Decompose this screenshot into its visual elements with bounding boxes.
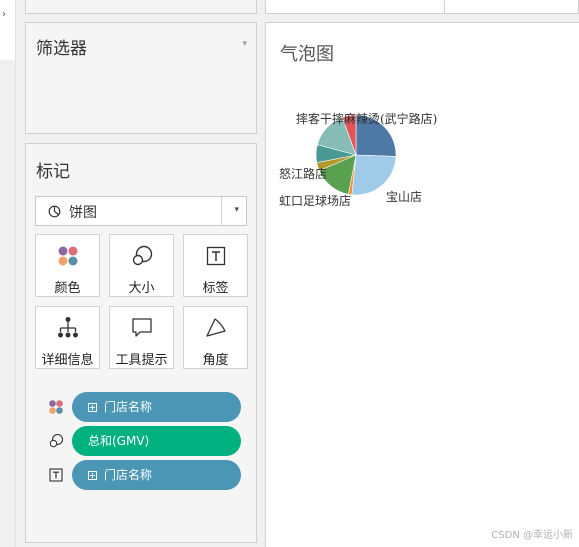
sheet-title: 气泡图 bbox=[280, 44, 334, 65]
shelf-divider bbox=[444, 0, 445, 14]
mark-type-label: 饼图 bbox=[69, 205, 97, 221]
filters-menu-caret-icon[interactable]: ▾ bbox=[242, 39, 247, 49]
tooltip-button-label: 工具提示 bbox=[115, 353, 168, 368]
tooltip-bubble-icon bbox=[110, 315, 173, 341]
label-t-icon bbox=[48, 467, 64, 483]
mark-type-select[interactable]: 饼图 ▾ bbox=[35, 196, 247, 226]
pie-label-baoshan-store: 宝山店 bbox=[386, 190, 423, 204]
pages-card bbox=[25, 0, 257, 14]
watermark: CSDN @幸运小新 bbox=[491, 530, 573, 541]
color-dots-icon bbox=[36, 243, 99, 269]
tooltip-button[interactable]: 工具提示 bbox=[109, 306, 174, 369]
pie-label-wuning-store: 摔客干摔麻辣烫(武宁路店) bbox=[296, 112, 438, 126]
size-circles-icon bbox=[48, 433, 64, 449]
marks-title: 标记 bbox=[36, 162, 70, 182]
label-button-label: 标签 bbox=[202, 281, 229, 296]
detail-button[interactable]: 详细信息 bbox=[35, 306, 100, 369]
store-name-label-pill[interactable]: 门店名称 bbox=[72, 460, 241, 490]
detail-tree-icon bbox=[36, 315, 99, 341]
size-button[interactable]: 大小 bbox=[109, 234, 174, 297]
angle-button-label: 角度 bbox=[202, 353, 229, 368]
store-name-color-pill[interactable]: 门店名称 bbox=[72, 392, 241, 422]
size-circles-icon bbox=[110, 243, 173, 269]
worksheet-view[interactable]: 气泡图 摔客干摔麻辣烫(武宁路店) 怒江路店 虹口足球场店 宝山店 CSDN @… bbox=[265, 22, 579, 547]
angle-button[interactable]: 角度 bbox=[183, 306, 248, 369]
mark-type-divider bbox=[221, 197, 222, 225]
pie-label-hongkou-store: 虹口足球场店 bbox=[279, 194, 352, 208]
pie-chart-icon bbox=[48, 203, 61, 222]
columns-shelf-strip: ˅˅ bbox=[265, 0, 579, 14]
chevron-icon[interactable]: › bbox=[2, 9, 6, 20]
detail-button-label: 详细信息 bbox=[41, 353, 94, 368]
marks-card: 标记 饼图 ▾ 颜色 大小 标签 详细信息 工具提示 角度 门店名称 总和(GM… bbox=[25, 143, 257, 543]
pie-label-nujiang-store: 怒江路店 bbox=[279, 167, 328, 181]
color-button[interactable]: 颜色 bbox=[35, 234, 100, 297]
filters-title: 筛选器 bbox=[36, 39, 87, 59]
label-button[interactable]: 标签 bbox=[183, 234, 248, 297]
size-shelf-row: 总和(GMV) bbox=[26, 426, 258, 456]
filters-card: 筛选器 ▾ bbox=[25, 22, 257, 134]
mark-type-dropdown-icon[interactable]: ▾ bbox=[234, 205, 239, 215]
angle-icon bbox=[184, 315, 247, 341]
expand-plus-icon[interactable] bbox=[88, 471, 97, 480]
color-button-label: 颜色 bbox=[54, 281, 81, 296]
color-dots-icon bbox=[48, 399, 64, 415]
expand-plus-icon[interactable] bbox=[88, 403, 97, 412]
pill-label: 总和(GMV) bbox=[88, 434, 150, 448]
left-sidebar-strip: › bbox=[0, 0, 16, 547]
label-t-icon bbox=[184, 243, 247, 269]
size-button-label: 大小 bbox=[128, 281, 155, 296]
pill-label: 门店名称 bbox=[104, 468, 153, 482]
color-shelf-row: 门店名称 bbox=[26, 392, 258, 422]
shelf-marker: ˅˅ bbox=[300, 0, 309, 6]
gmv-sum-size-pill[interactable]: 总和(GMV) bbox=[72, 426, 241, 456]
label-shelf-row: 门店名称 bbox=[26, 460, 258, 490]
pill-label: 门店名称 bbox=[104, 400, 153, 414]
